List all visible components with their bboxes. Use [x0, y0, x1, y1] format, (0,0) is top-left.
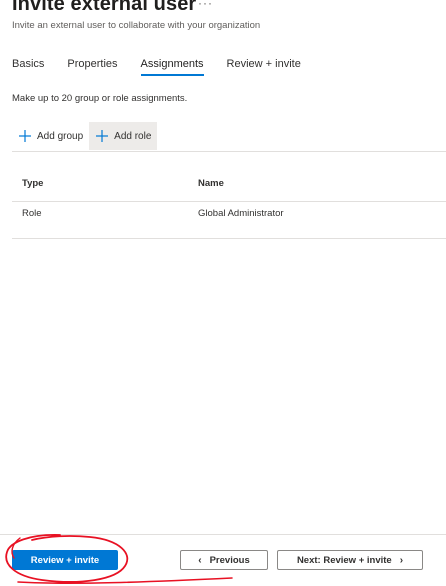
previous-button[interactable]: ‹ Previous — [180, 550, 268, 570]
more-options-icon[interactable]: ··· — [198, 0, 213, 10]
tab-bar: Basics Properties Assignments Review + i… — [12, 56, 324, 78]
footer-divider — [0, 534, 446, 535]
table-row-divider — [12, 238, 446, 239]
review-invite-button[interactable]: Review + invite — [12, 550, 118, 570]
tab-basics[interactable]: Basics — [12, 56, 44, 77]
add-role-button[interactable]: Add role — [89, 122, 158, 150]
invite-external-user-page: Invite external user ··· Invite an exter… — [0, 0, 446, 586]
add-group-button[interactable]: Add group — [12, 122, 89, 150]
plus-icon — [96, 130, 109, 142]
add-role-label: Add role — [114, 130, 152, 142]
column-header-type[interactable]: Type — [22, 178, 43, 189]
assignments-toolbar: Add group Add role — [12, 122, 158, 150]
next-label: Next: Review + invite — [296, 554, 392, 566]
toolbar-divider — [12, 151, 446, 152]
column-header-name[interactable]: Name — [198, 178, 224, 189]
tab-review-invite[interactable]: Review + invite — [227, 56, 301, 77]
assignments-description: Make up to 20 group or role assignments. — [12, 93, 188, 104]
tab-assignments[interactable]: Assignments — [140, 56, 204, 77]
row-name-cell: Global Administrator — [198, 208, 284, 219]
previous-label: Previous — [209, 554, 250, 566]
page-subtitle: Invite an external user to collaborate w… — [12, 20, 261, 31]
page-title: Invite external user — [12, 0, 197, 15]
row-type-cell: Role — [22, 208, 42, 219]
chevron-right-icon: › — [399, 554, 404, 566]
chevron-left-icon: ‹ — [198, 554, 202, 566]
plus-icon — [19, 130, 31, 142]
tab-properties[interactable]: Properties — [67, 56, 117, 77]
table-header-divider — [12, 201, 446, 202]
next-button[interactable]: Next: Review + invite › — [277, 550, 423, 570]
add-group-label: Add group — [37, 130, 84, 142]
